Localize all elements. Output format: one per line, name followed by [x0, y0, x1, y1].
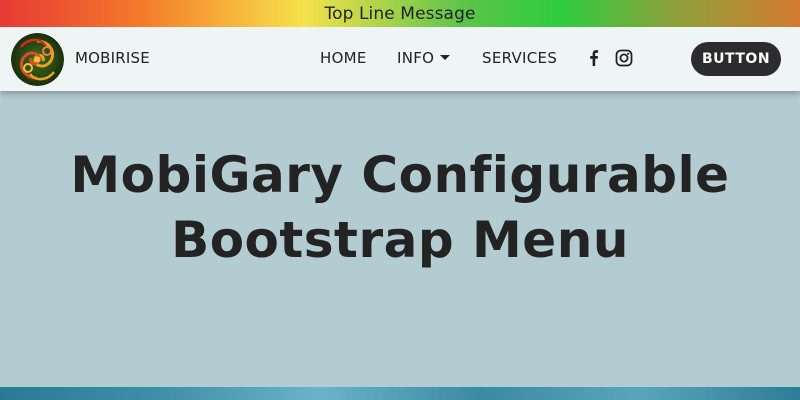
hero-section: MobiGary Configurable Bootstrap Menu: [0, 91, 800, 387]
header-cta-button[interactable]: BUTTON: [691, 42, 781, 76]
top-line-bar: Top Line Message: [0, 0, 800, 27]
nav-info-dropdown[interactable]: INFO: [397, 49, 451, 67]
hero-title: MobiGary Configurable Bootstrap Menu: [40, 143, 760, 273]
next-section-image-strip: [0, 387, 800, 400]
mobirise-swirl-logo-icon[interactable]: [11, 33, 64, 86]
hero-title-line-1: MobiGary Configurable: [70, 146, 730, 204]
brand-name[interactable]: MOBIRISE: [75, 49, 150, 67]
hero-title-line-2: Bootstrap Menu: [171, 211, 629, 269]
nav-services[interactable]: SERVICES: [482, 49, 557, 67]
nav-info-label: INFO: [397, 49, 435, 67]
caret-down-icon: [440, 55, 451, 60]
top-line-message: Top Line Message: [324, 3, 476, 24]
facebook-icon[interactable]: [585, 49, 603, 67]
nav-home[interactable]: HOME: [320, 49, 367, 67]
nav-home-label: HOME: [320, 49, 367, 67]
instagram-icon[interactable]: [615, 49, 633, 67]
navbar: MOBIRISE HOME INFO SERVICES BUTTON: [0, 27, 800, 91]
nav-services-label: SERVICES: [482, 49, 558, 67]
logo-graphic: [11, 33, 64, 86]
